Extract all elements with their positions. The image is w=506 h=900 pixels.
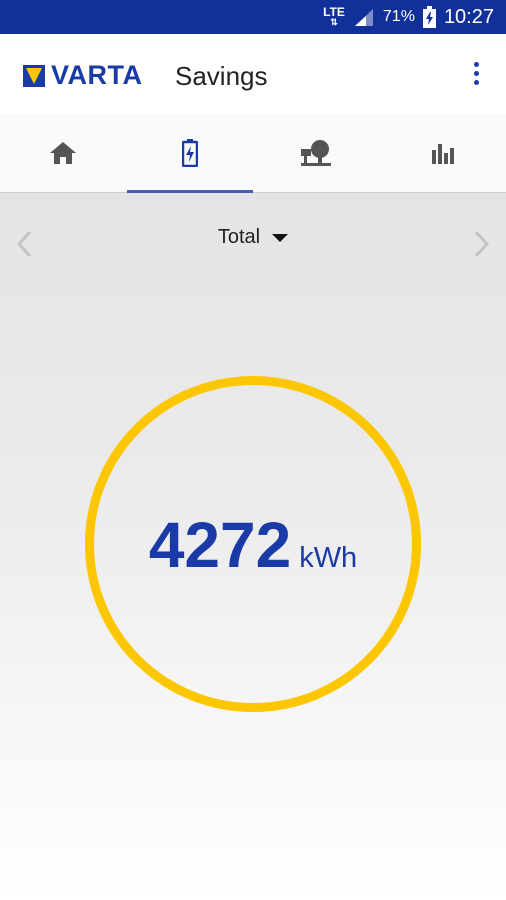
battery-percent: 71% — [382, 8, 415, 25]
savings-content: Total 4272 kWh — [0, 193, 506, 900]
tab-bar — [0, 114, 506, 193]
battery-icon — [422, 6, 436, 28]
status-bar: LTE ⇅ 71% 10:27 — [0, 0, 506, 34]
period-selected: Total — [217, 226, 261, 248]
grid-consumer-icon — [301, 140, 332, 166]
app-bar: VARTA Savings — [0, 34, 506, 114]
savings-readout: 4272 kWh — [94, 385, 412, 703]
varta-logo: VARTA — [23, 60, 143, 91]
period-dropdown[interactable]: Total — [0, 226, 506, 249]
tab-grid-consumer[interactable] — [253, 114, 380, 192]
savings-unit: kWh — [299, 542, 358, 574]
tab-battery[interactable] — [126, 114, 254, 193]
brand-name: VARTA — [51, 60, 143, 90]
more-vert-dot — [473, 71, 479, 76]
more-vert-icon — [473, 62, 479, 67]
savings-ring: 4272 kWh — [85, 376, 421, 712]
more-vert-dot — [473, 80, 479, 85]
home-icon — [50, 142, 77, 164]
page-title: Savings — [175, 61, 268, 91]
tab-home[interactable] — [0, 114, 127, 192]
tab-statistics[interactable] — [380, 114, 506, 192]
dropdown-arrow-icon — [272, 233, 289, 242]
varta-logo-mark-icon — [23, 64, 45, 87]
signal-icon — [354, 9, 373, 26]
network-indicator: LTE ⇅ — [323, 6, 345, 27]
bar-chart-icon — [431, 144, 454, 164]
overflow-menu-button[interactable] — [470, 62, 482, 88]
battery-charging-icon — [181, 139, 198, 167]
savings-value: 4272 — [148, 509, 292, 581]
clock: 10:27 — [443, 5, 494, 28]
